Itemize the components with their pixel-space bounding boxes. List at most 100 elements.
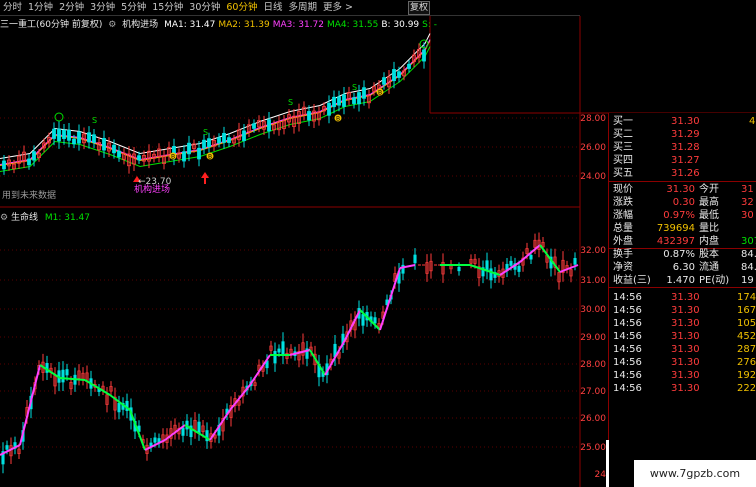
stat-label: 量比: [699, 223, 719, 234]
candle-body: [407, 63, 411, 69]
candle-body: [307, 111, 311, 121]
candle-body: [117, 402, 121, 413]
price-tick: 26.00: [580, 143, 606, 153]
tick-volume: 287: [737, 344, 756, 355]
stat-label: 今开: [699, 184, 719, 195]
tick-price: 31.30: [671, 383, 700, 394]
lifeline-segment: [84, 379, 111, 396]
tick-price: 31.30: [671, 331, 700, 342]
stat-value: 84.: [741, 249, 756, 260]
quote-panel: 买一 31.30 4 买二 31.29 买三 31.28 买四 31.27 买五 31.26 现价 31…: [608, 113, 756, 487]
tick-price: 31.30: [671, 370, 700, 381]
stat-value: 84.: [741, 262, 756, 273]
tick-volume: 167: [737, 305, 756, 316]
bid-volume: 4: [749, 116, 756, 127]
price-tick: 25.00: [580, 443, 606, 453]
stat-row: 换手 0.87% 股本 84.: [609, 248, 756, 261]
tick-row: 14:56 31.30 105: [609, 317, 756, 330]
signal-circle: [54, 112, 64, 122]
sell-marker: S: [203, 128, 208, 137]
tick-price: 31.30: [671, 344, 700, 355]
price-tick: 27.00: [580, 387, 606, 397]
candle-body: [252, 123, 256, 129]
candle-body: [573, 258, 577, 265]
tick-time: 14:56: [613, 370, 642, 381]
stat-value: 0.30: [672, 197, 695, 208]
lifeline-segment: [229, 384, 251, 411]
stat-value: 0.87%: [663, 249, 695, 260]
bid-row: 买二 31.29: [609, 128, 756, 141]
stat-label: PE(动): [699, 275, 730, 286]
price-tick: 28.00: [580, 114, 606, 124]
m1-value: M1: 31.47: [44, 213, 90, 223]
buy-marker-label: B: [171, 154, 175, 161]
tick-time: 14:56: [613, 383, 642, 394]
candle-body: [197, 147, 201, 160]
candle-body: [509, 260, 513, 266]
candle-body: [337, 96, 341, 106]
tick-row: 14:56 31.30 174: [609, 291, 756, 304]
stat-row: 涨幅 0.97% 最低 30: [609, 209, 756, 222]
tick-row: 14:56 31.30 276: [609, 356, 756, 369]
tick-time: 14:56: [613, 318, 642, 329]
candle-body: [217, 137, 221, 144]
settings-gear-icon[interactable]: ⚙: [0, 213, 8, 223]
stat-row: 涨跌 0.30 最高 32: [609, 196, 756, 209]
candle-body: [281, 341, 285, 356]
lower-indicator-name[interactable]: 生命线: [11, 213, 38, 223]
bid-label: 买三: [613, 142, 633, 153]
bid-row: 买五 31.26: [609, 167, 756, 180]
candle-body: [87, 132, 91, 143]
stat-label: 最低: [699, 210, 719, 221]
tick-price: 31.30: [671, 305, 700, 316]
bid-price: 31.29: [671, 129, 700, 140]
stat-value: 32: [741, 197, 754, 208]
stat-value: 31.30: [666, 184, 695, 195]
buy-marker-label: B: [208, 154, 212, 161]
tick-volume: 276: [737, 357, 756, 368]
candle-body: [413, 254, 417, 264]
price-tick: 24: [595, 470, 607, 480]
tick-time: 14:56: [613, 331, 642, 342]
stat-row: 现价 31.30 今开 31: [609, 183, 756, 196]
stat-label: 最高: [699, 197, 719, 208]
tick-row: 14:56 31.30 452: [609, 330, 756, 343]
bid-label: 买四: [613, 155, 633, 166]
divider: [609, 287, 756, 288]
lower-info-bar: ⚙ 生命线 M1: 31.47: [0, 211, 90, 225]
candle-body: [273, 350, 277, 364]
candle-body: [392, 69, 396, 82]
tick-time: 14:56: [613, 357, 642, 368]
candle-body: [332, 96, 336, 108]
tick-price: 31.30: [671, 357, 700, 368]
candle-body: [397, 71, 401, 78]
candle-body: [267, 119, 271, 132]
stat-value: 432397: [656, 236, 695, 247]
arrow-up-icon: [204, 178, 206, 184]
candle-body: [489, 268, 493, 281]
stat-value: 1.470: [666, 275, 695, 286]
lifeline-segment: [19, 364, 41, 446]
candle-body: [137, 155, 141, 161]
ma-line-3: [0, 46, 431, 172]
candle-body: [517, 265, 521, 272]
bid-price: 31.26: [671, 168, 700, 179]
price-tick: 24.00: [580, 172, 606, 182]
tick-volume: 174: [737, 292, 756, 303]
candle-body: [422, 49, 426, 62]
tick-price: 31.30: [671, 318, 700, 329]
candle-body: [529, 254, 533, 260]
candle-body: [27, 158, 31, 166]
candle-body: [242, 130, 246, 142]
stat-value: 31: [741, 184, 754, 195]
stat-label: 涨跌: [613, 197, 633, 208]
candle-body: [182, 151, 186, 162]
tick-volume: 452: [737, 331, 756, 342]
stat-value: 0.97%: [663, 210, 695, 221]
stat-label: 股本: [699, 249, 719, 260]
candle-body: [65, 369, 69, 376]
stat-label: 流通: [699, 262, 719, 273]
stat-value: 30: [741, 210, 754, 221]
sell-marker: S: [288, 98, 293, 107]
candle-body: [187, 142, 191, 155]
